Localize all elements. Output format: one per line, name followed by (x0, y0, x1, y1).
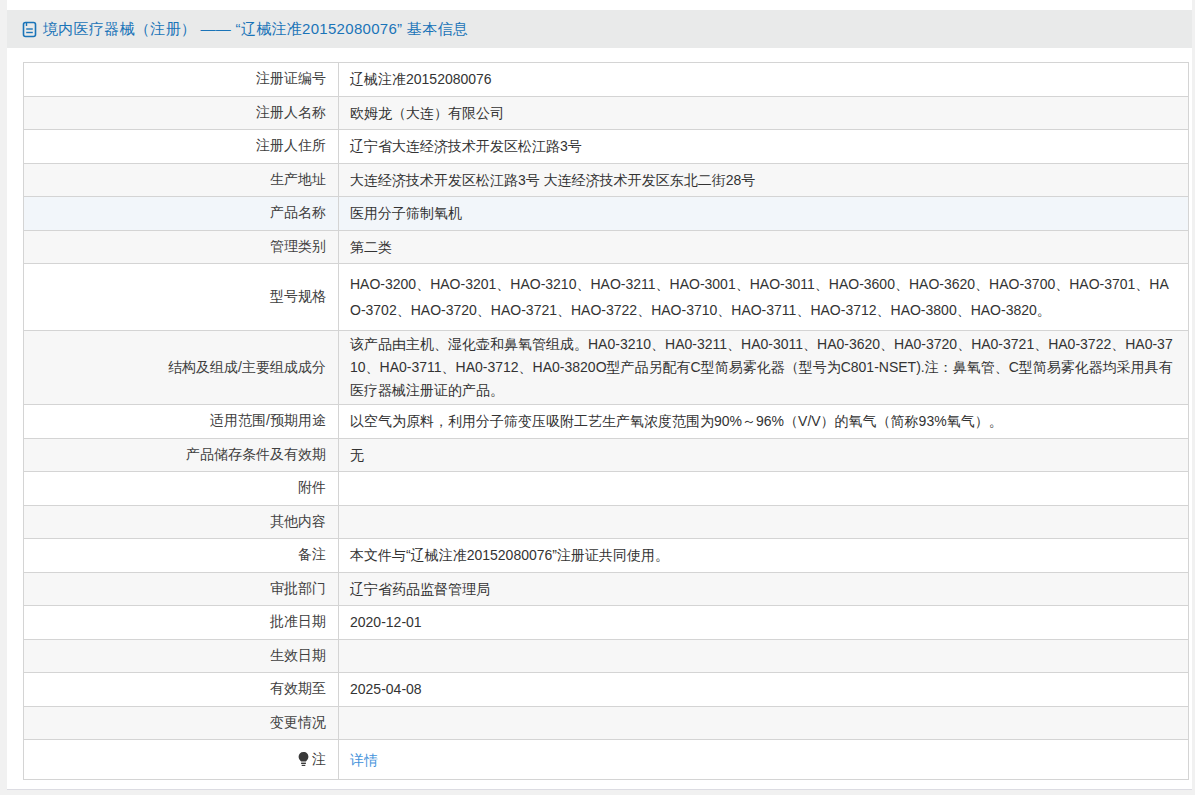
row-label-text: 备注 (298, 546, 326, 562)
row-label-text: 适用范围/预期用途 (210, 412, 326, 428)
row-label-text: 其他内容 (270, 513, 326, 529)
row-value (339, 639, 1189, 673)
row-label-text: 注册证编号 (256, 70, 326, 86)
row-value (339, 505, 1189, 539)
row-value: 辽宁省药品监督管理局 (339, 572, 1189, 606)
table-row: 注册证编号辽械注准20152080076 (24, 63, 1189, 97)
row-label-text: 变更情况 (270, 714, 326, 730)
row-label: 注册人住所 (24, 130, 339, 164)
table-row: 注册人住所辽宁省大连经济技术开发区松江路3号 (24, 130, 1189, 164)
row-value (339, 472, 1189, 506)
row-label-text: 批准日期 (270, 613, 326, 629)
row-value: 大连经济技术开发区松江路3号 大连经济技术开发区东北二街28号 (339, 163, 1189, 197)
table-row: 注 详情 (24, 740, 1189, 780)
row-value: 辽械注准20152080076 (339, 63, 1189, 97)
row-label: 有效期至 (24, 673, 339, 707)
row-label-text: 注册人住所 (256, 137, 326, 153)
row-label: 审批部门 (24, 572, 339, 606)
table-row: 生效日期 (24, 639, 1189, 673)
row-value: HAO-3200、HAO-3201、HAO-3210、HAO-3211、HAO-… (339, 264, 1189, 331)
table-row: 产品储存条件及有效期无 (24, 438, 1189, 472)
row-value: 辽宁省大连经济技术开发区松江路3号 (339, 130, 1189, 164)
page-header: 境内医疗器械（注册） —— “辽械注准20152080076” 基本信息 (7, 10, 1192, 48)
table-row: 其他内容 (24, 505, 1189, 539)
row-label: 批准日期 (24, 606, 339, 640)
document-icon (22, 21, 37, 38)
row-value: 第二类 (339, 230, 1189, 264)
row-label: 注册人名称 (24, 96, 339, 130)
row-value: 该产品由主机、湿化壶和鼻氧管组成。HA0-3210、HA0-3211、HA0-3… (339, 331, 1189, 405)
row-label-text: 审批部门 (270, 580, 326, 596)
row-label: 产品名称 (24, 197, 339, 231)
row-value: 详情 (339, 740, 1189, 780)
row-value: 本文件与“辽械注准20152080076”注册证共同使用。 (339, 539, 1189, 573)
content-panel: 境内医疗器械（注册） —— “辽械注准20152080076” 基本信息 注册证… (7, 0, 1192, 790)
table-row: 注册人名称欧姆龙（大连）有限公司 (24, 96, 1189, 130)
row-label: 生产地址 (24, 163, 339, 197)
row-label-text: 注 (312, 751, 326, 767)
row-value: 2025-04-08 (339, 673, 1189, 707)
table-row: 适用范围/预期用途以空气为原料，利用分子筛变压吸附工艺生产氧浓度范围为90%～9… (24, 405, 1189, 439)
row-label-text: 注册人名称 (256, 104, 326, 120)
row-label: 注册证编号 (24, 63, 339, 97)
table-row: 型号规格 HAO-3200、HAO-3201、HAO-3210、HAO-3211、… (24, 264, 1189, 331)
row-label-text: 型号规格 (270, 288, 326, 304)
row-label: 管理类别 (24, 230, 339, 264)
info-table-body: 注册证编号辽械注准20152080076注册人名称欧姆龙（大连）有限公司注册人住… (24, 63, 1189, 780)
row-label-text: 结构及组成/主要组成成分 (168, 359, 326, 375)
row-label-text: 管理类别 (270, 238, 326, 254)
row-label-text: 生产地址 (270, 171, 326, 187)
row-label: 注 (24, 740, 339, 780)
bulb-icon (298, 752, 309, 769)
table-row: 生产地址大连经济技术开发区松江路3号 大连经济技术开发区东北二街28号 (24, 163, 1189, 197)
registration-info-table: 注册证编号辽械注准20152080076注册人名称欧姆龙（大连）有限公司注册人住… (23, 62, 1189, 780)
page-title: 境内医疗器械（注册） —— “辽械注准20152080076” 基本信息 (43, 20, 468, 39)
row-label: 适用范围/预期用途 (24, 405, 339, 439)
table-row: 结构及组成/主要组成成分该产品由主机、湿化壶和鼻氧管组成。HA0-3210、HA… (24, 331, 1189, 405)
table-row: 备注本文件与“辽械注准20152080076”注册证共同使用。 (24, 539, 1189, 573)
row-label: 附件 (24, 472, 339, 506)
row-label-text: 产品名称 (270, 204, 326, 220)
table-row: 产品名称医用分子筛制氧机 (24, 197, 1189, 231)
row-value (339, 706, 1189, 740)
row-label: 变更情况 (24, 706, 339, 740)
row-label: 结构及组成/主要组成成分 (24, 331, 339, 405)
row-label: 备注 (24, 539, 339, 573)
row-value: 2020-12-01 (339, 606, 1189, 640)
row-label-text: 附件 (298, 479, 326, 495)
row-label-text: 生效日期 (270, 647, 326, 663)
row-value: 无 (339, 438, 1189, 472)
row-value: 医用分子筛制氧机 (339, 197, 1189, 231)
row-label-text: 产品储存条件及有效期 (186, 446, 326, 462)
row-label-text: 有效期至 (270, 680, 326, 696)
row-label: 型号规格 (24, 264, 339, 331)
row-label: 产品储存条件及有效期 (24, 438, 339, 472)
row-label: 生效日期 (24, 639, 339, 673)
table-row: 批准日期 2020-12-01 (24, 606, 1189, 640)
row-value: 欧姆龙（大连）有限公司 (339, 96, 1189, 130)
table-row: 审批部门辽宁省药品监督管理局 (24, 572, 1189, 606)
table-row: 管理类别第二类 (24, 230, 1189, 264)
row-label: 其他内容 (24, 505, 339, 539)
detail-link[interactable]: 详情 (350, 752, 378, 768)
table-row: 有效期至 2025-04-08 (24, 673, 1189, 707)
table-row: 附件 (24, 472, 1189, 506)
row-value: 以空气为原料，利用分子筛变压吸附工艺生产氧浓度范围为90%～96%（V/V）的氧… (339, 405, 1189, 439)
table-row: 变更情况 (24, 706, 1189, 740)
